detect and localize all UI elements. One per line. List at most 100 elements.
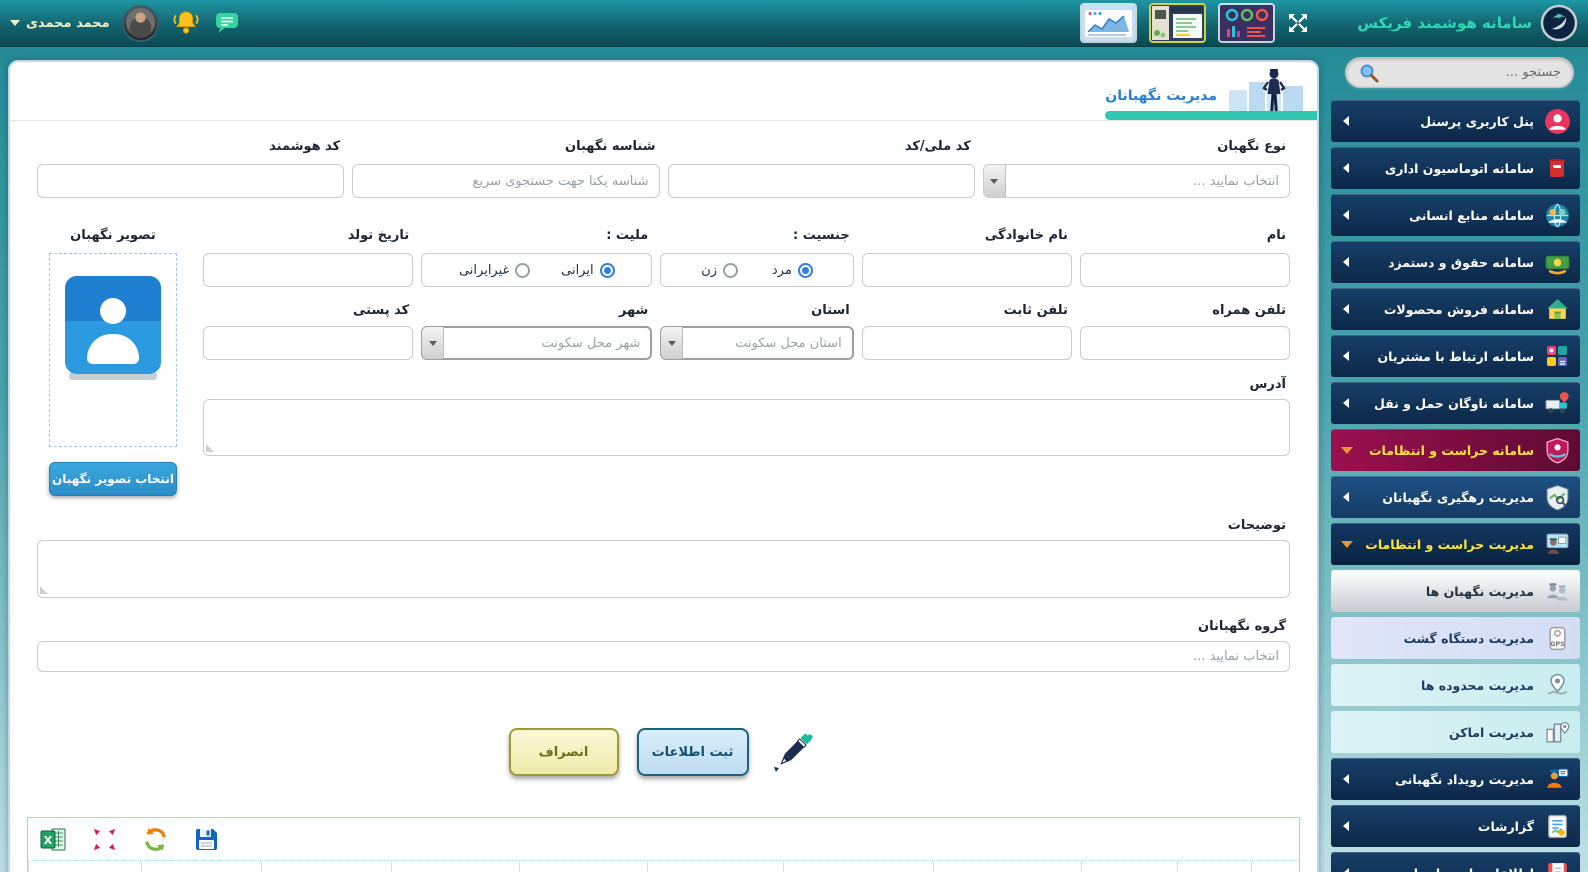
column-header-national-code[interactable]: کد ملی/کد	[647, 861, 783, 872]
search-icon[interactable]	[1358, 62, 1380, 84]
tracking-shield-icon	[1542, 482, 1572, 512]
dashboard-thumbnail-charts[interactable]	[1080, 3, 1137, 43]
dashboard-thumbnail-analytics[interactable]	[1218, 3, 1275, 43]
sidebar-item-human-resources[interactable]: سامانه منابع انسانی	[1331, 194, 1580, 236]
save-layout-icon[interactable]	[193, 826, 220, 853]
nationality-radio-iranian[interactable]: ایرانی	[561, 263, 614, 278]
column-header-operations[interactable]: عملیات	[1177, 861, 1251, 872]
nationality-radio-non-iranian[interactable]: غیرایرانی	[459, 263, 530, 278]
submit-button[interactable]: ثبت اطلاعات	[637, 728, 749, 776]
refresh-grid-icon[interactable]	[142, 826, 169, 853]
hamburger-menu-icon[interactable]	[1321, 15, 1345, 32]
search-input[interactable]	[1380, 65, 1561, 80]
birth-date-label: تاریخ تولد	[207, 228, 409, 243]
table-header-row: ردیف عملیات نام نام خانوادگی شناسه نگهبا…	[28, 861, 1299, 872]
hr-people-icon	[1542, 200, 1572, 230]
column-header-last-name[interactable]: نام خانوادگی	[933, 861, 1081, 872]
sidebar-item-security-management[interactable]: مدیریت حراست و انتظامات	[1331, 523, 1580, 565]
national-code-label: کد ملی/کد	[672, 139, 971, 154]
province-label: استان	[664, 303, 849, 318]
dropdown-arrow-icon[interactable]	[661, 327, 683, 359]
gender-radio-female[interactable]: زن	[701, 263, 738, 278]
bell-icon[interactable]	[171, 10, 201, 36]
sidebar-item-fleet[interactable]: سامانه ناوگان حمل و نقل	[1331, 382, 1580, 424]
sidebar-item-crm[interactable]: سامانه ارتباط با مشتریان	[1331, 335, 1580, 377]
edit-pencil-icon	[767, 726, 819, 778]
user-menu[interactable]: محمد محمدی	[10, 16, 110, 31]
birth-date-input[interactable]	[203, 253, 413, 287]
postal-code-input[interactable]	[203, 326, 413, 360]
excel-export-icon[interactable]: X	[40, 826, 67, 853]
chevron-left-icon	[1343, 304, 1349, 314]
fullscreen-icon[interactable]	[1287, 12, 1309, 34]
column-header-address[interactable]: آدرس	[28, 861, 141, 872]
province-select[interactable]	[660, 326, 853, 360]
first-name-label: نام	[1084, 228, 1286, 243]
choose-photo-button[interactable]: انتخاب تصویر نگهبان	[49, 462, 177, 496]
user-avatar[interactable]	[122, 5, 159, 42]
address-textarea[interactable]	[203, 399, 1290, 456]
first-name-input[interactable]	[1080, 253, 1290, 287]
grid-toolbar: X	[28, 818, 1299, 861]
sidebar-item-zones-management[interactable]: مدیریت محدوده ها	[1331, 664, 1580, 706]
column-header-first-name[interactable]: نام	[1081, 861, 1177, 872]
tab-guards-management[interactable]: مدیریت نگهبانان	[1095, 62, 1317, 120]
city-input[interactable]	[421, 326, 652, 360]
sidebar-item-guard-tracking[interactable]: مدیریت رهگیری نگهبانان	[1331, 476, 1580, 518]
gender-radio-male[interactable]: مرد	[772, 263, 813, 278]
tab-active-underline	[1105, 111, 1317, 120]
sidebar-item-personnel-panel[interactable]: پنل کاربری پرسنل	[1331, 100, 1580, 142]
guard-event-icon	[1542, 764, 1572, 794]
sidebar-item-guard-events[interactable]: مدیریت رویداد نگهبانی	[1331, 758, 1580, 800]
sidebar-item-payroll[interactable]: سامانه حقوق و دستمزد	[1331, 241, 1580, 283]
app-brand: سامانه هوشمند فریکس	[1357, 4, 1578, 42]
security-shield-icon	[1542, 435, 1572, 465]
dashboard-thumbnail-workspace[interactable]	[1149, 3, 1206, 43]
smart-code-label: کد هوشمند	[41, 139, 340, 154]
guard-id-input[interactable]	[352, 164, 659, 198]
map-pin-icon	[1542, 670, 1572, 700]
gender-label: جنسیت :	[664, 228, 849, 243]
cancel-button[interactable]: انصراف	[509, 728, 619, 776]
dropdown-arrow-icon[interactable]	[422, 327, 444, 359]
national-code-input[interactable]	[668, 164, 975, 198]
city-select[interactable]	[421, 326, 652, 360]
sidebar-item-guards-management[interactable]: مدیریت نگهبان ها	[1331, 570, 1580, 612]
chat-icon[interactable]	[213, 10, 241, 36]
sidebar-item-security-system[interactable]: سامانه حراست و انتظامات	[1331, 429, 1580, 471]
chevron-down-icon	[1341, 447, 1353, 454]
money-icon	[1542, 247, 1572, 277]
radio-icon	[723, 263, 738, 278]
sidebar-item-patrol-device[interactable]: GPS مدیریت دستگاه گشت	[1331, 617, 1580, 659]
last-name-input[interactable]	[862, 253, 1072, 287]
column-header-guard-id[interactable]: شناسه نگهبان	[783, 861, 933, 872]
sidebar-item-office-automation[interactable]: سامانه اتوماسیون اداری	[1331, 147, 1580, 189]
sidebar-item-sales[interactable]: سامانه فروش محصولات	[1331, 288, 1580, 330]
sidebar-item-base-info[interactable]: اطلاعات پایه و اسناد	[1331, 852, 1580, 872]
column-header-mobile[interactable]: تلفن همراه	[261, 861, 391, 872]
sidebar-item-places-management[interactable]: مدیریت اماکن	[1331, 711, 1580, 753]
column-header-landline[interactable]: تلفن ثابت	[141, 861, 261, 872]
guard-photo-box[interactable]	[49, 253, 177, 447]
photo-column: تصویر نگهبان انتخاب تصویر نگهبان	[37, 198, 189, 496]
crm-grid-icon	[1542, 341, 1572, 371]
notes-textarea-wrap	[37, 540, 1290, 598]
sidebar-item-reports[interactable]: گزارشات	[1331, 805, 1580, 847]
column-header-smart-code[interactable]: کد هوشمند	[519, 861, 647, 872]
guard-group-input[interactable]	[37, 641, 1290, 672]
landline-input[interactable]	[862, 326, 1072, 360]
dropdown-arrow-icon[interactable]	[984, 165, 1006, 197]
notes-textarea[interactable]	[37, 540, 1290, 598]
guard-type-input[interactable]	[983, 164, 1290, 198]
province-input[interactable]	[660, 326, 853, 360]
mobile-input[interactable]	[1080, 326, 1290, 360]
column-header-index[interactable]: ردیف	[1251, 861, 1299, 872]
nationality-radio-group: ایرانی غیرایرانی	[421, 253, 652, 287]
collapse-columns-icon[interactable]	[91, 826, 118, 853]
address-label: آدرس	[207, 377, 1286, 392]
guard-type-select[interactable]	[983, 164, 1290, 198]
smart-code-input[interactable]	[37, 164, 344, 198]
chevron-down-icon	[1341, 541, 1353, 548]
city-label: شهر	[425, 303, 648, 318]
column-header-birth-date[interactable]: تاریخ تولد	[391, 861, 519, 872]
